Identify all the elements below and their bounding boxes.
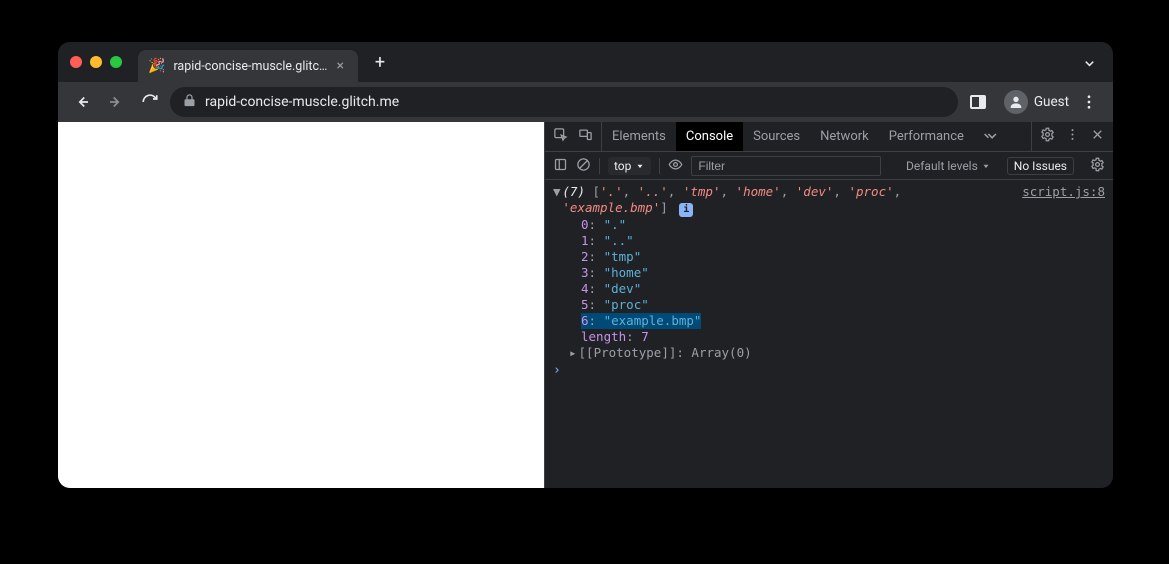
- content-area: Elements Console Sources Network Perform…: [58, 122, 1113, 488]
- log-levels-selector[interactable]: Default levels: [906, 159, 991, 173]
- close-window-button[interactable]: [70, 56, 82, 68]
- array-entry: 4: "dev": [545, 281, 1113, 297]
- toggle-drawer-icon[interactable]: [553, 157, 568, 175]
- tab-network[interactable]: Network: [810, 122, 879, 151]
- clear-console-icon[interactable]: [576, 157, 591, 175]
- device-toolbar-icon[interactable]: [578, 127, 593, 146]
- url-text: rapid-concise-muscle.glitch.me: [205, 94, 399, 110]
- console-prompt[interactable]: ›: [545, 361, 1113, 381]
- lock-icon: [182, 93, 197, 112]
- source-link[interactable]: script.js:8: [1010, 184, 1105, 217]
- expand-icon[interactable]: ▼: [553, 184, 562, 217]
- profile-label: Guest: [1034, 94, 1069, 110]
- tab-search-button[interactable]: [1082, 56, 1097, 75]
- profile-button[interactable]: Guest: [1004, 90, 1069, 114]
- avatar-icon: [1004, 90, 1028, 114]
- devtools-panel: Elements Console Sources Network Perform…: [544, 122, 1113, 488]
- new-tab-button[interactable]: +: [366, 48, 394, 76]
- close-tab-icon[interactable]: ×: [336, 58, 343, 74]
- address-bar[interactable]: rapid-concise-muscle.glitch.me: [170, 87, 958, 117]
- browser-window: 🎉 rapid-concise-muscle.glitch.m × + rapi…: [58, 42, 1113, 488]
- tab-console[interactable]: Console: [676, 122, 743, 151]
- inspect-element-icon[interactable]: [553, 127, 568, 146]
- maximize-window-button[interactable]: [110, 56, 122, 68]
- devtools-close-icon[interactable]: [1090, 127, 1105, 146]
- info-badge-icon[interactable]: i: [679, 203, 693, 217]
- array-entry: 0: ".": [545, 217, 1113, 233]
- execution-context-selector[interactable]: top: [608, 157, 651, 175]
- prototype-row[interactable]: ▸[[Prototype]]: Array(0): [545, 345, 1113, 361]
- browser-tab[interactable]: 🎉 rapid-concise-muscle.glitch.m ×: [138, 50, 358, 82]
- window-controls: [70, 56, 122, 68]
- issues-button[interactable]: No Issues: [1007, 157, 1074, 175]
- filter-input[interactable]: [691, 156, 881, 176]
- length-row: length: 7: [545, 329, 1113, 345]
- tab-sources[interactable]: Sources: [743, 122, 810, 151]
- array-entry: 3: "home": [545, 265, 1113, 281]
- devtools-menu-icon[interactable]: [1065, 127, 1080, 146]
- array-entry: 2: "tmp": [545, 249, 1113, 265]
- tab-strip: 🎉 rapid-concise-muscle.glitch.m × +: [58, 42, 1113, 82]
- forward-button[interactable]: [102, 88, 130, 116]
- log-summary-row[interactable]: ▼ (7) ['.', '..', 'tmp', 'home', 'dev', …: [545, 184, 1113, 217]
- array-entry: 1: "..": [545, 233, 1113, 249]
- minimize-window-button[interactable]: [90, 56, 102, 68]
- devtools-settings-icon[interactable]: [1040, 127, 1055, 146]
- back-button[interactable]: [68, 88, 96, 116]
- kebab-menu-button[interactable]: [1075, 88, 1103, 116]
- array-entry: 5: "proc": [545, 297, 1113, 313]
- devtools-tabs: Elements Console Sources Network Perform…: [545, 122, 1113, 152]
- more-tabs-button[interactable]: [974, 122, 1009, 151]
- live-expression-icon[interactable]: [668, 157, 683, 175]
- reload-button[interactable]: [136, 88, 164, 116]
- console-settings-icon[interactable]: [1090, 157, 1105, 175]
- toolbar: rapid-concise-muscle.glitch.me Guest: [58, 82, 1113, 122]
- tab-performance[interactable]: Performance: [879, 122, 974, 151]
- array-entry: 6: "example.bmp": [581, 313, 701, 329]
- tab-favicon: 🎉: [148, 58, 165, 74]
- console-output[interactable]: ▼ (7) ['.', '..', 'tmp', 'home', 'dev', …: [545, 180, 1113, 488]
- tab-title: rapid-concise-muscle.glitch.m: [173, 59, 328, 74]
- tab-elements[interactable]: Elements: [602, 122, 676, 151]
- page-viewport[interactable]: [58, 122, 544, 488]
- side-panel-button[interactable]: [964, 88, 992, 116]
- console-toolbar: top Default levels No Issues: [545, 152, 1113, 180]
